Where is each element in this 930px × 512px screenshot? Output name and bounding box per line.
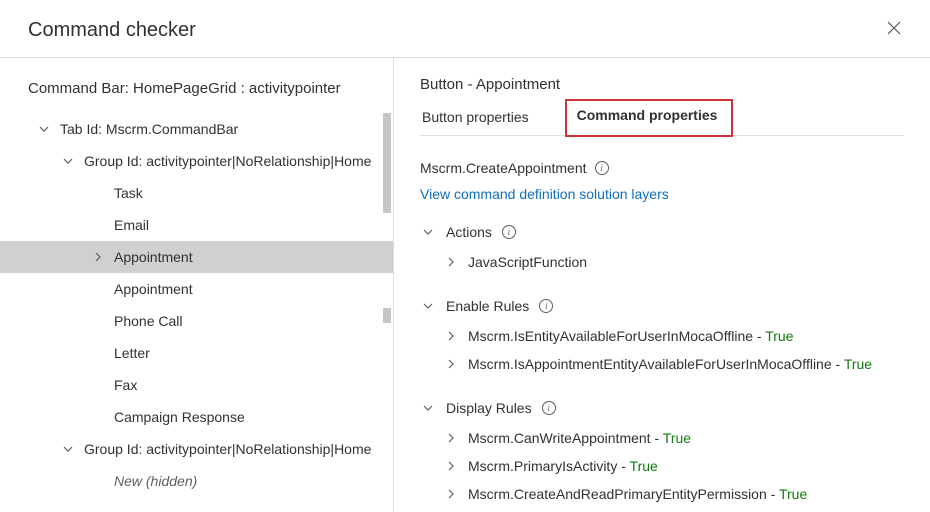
tree-tab[interactable]: Tab Id: Mscrm.CommandBar bbox=[0, 113, 393, 145]
tabs: Button properties Command properties bbox=[420, 101, 904, 136]
rule-value: True bbox=[765, 328, 793, 344]
command-name-row: Mscrm.CreateAppointment i bbox=[420, 160, 904, 176]
tree-label: Email bbox=[106, 217, 149, 233]
tree-label: Appointment bbox=[106, 249, 193, 265]
tree-item-letter[interactable]: Letter bbox=[0, 337, 393, 369]
rule-item[interactable]: Mscrm.IsAppointmentEntityAvailableForUse… bbox=[420, 350, 904, 378]
chevron-down-icon bbox=[60, 441, 76, 457]
rule-value: True bbox=[663, 430, 691, 446]
rule-name: Mscrm.CanWriteAppointment bbox=[468, 430, 651, 446]
action-label: JavaScriptFunction bbox=[468, 254, 587, 270]
tree-label: Tab Id: Mscrm.CommandBar bbox=[52, 121, 238, 137]
close-button[interactable] bbox=[882, 16, 906, 45]
button-title: Button - Appointment bbox=[420, 76, 904, 93]
section-label: Display Rules bbox=[446, 400, 532, 416]
chevron-right-icon bbox=[90, 249, 106, 265]
breadcrumb-title: Command Bar: HomePageGrid : activitypoin… bbox=[0, 76, 393, 113]
actions-section: Actions i JavaScriptFunction bbox=[420, 224, 904, 276]
rule-item[interactable]: Mscrm.CanWriteAppointment - True bbox=[420, 424, 904, 452]
content: Command Bar: HomePageGrid : activitypoin… bbox=[0, 58, 930, 512]
chevron-right-icon bbox=[446, 328, 456, 344]
tab-button-properties[interactable]: Button properties bbox=[420, 101, 545, 135]
section-label: Actions bbox=[446, 224, 492, 240]
chevron-down-icon bbox=[420, 400, 436, 416]
info-icon[interactable]: i bbox=[595, 161, 609, 175]
tree-item-new-hidden[interactable]: New (hidden) bbox=[0, 465, 393, 497]
tree-label: Campaign Response bbox=[106, 409, 245, 425]
rule-value: True bbox=[630, 458, 658, 474]
display-rules-section: Display Rules i Mscrm.CanWriteAppointmen… bbox=[420, 400, 904, 508]
tree: Tab Id: Mscrm.CommandBar Group Id: activ… bbox=[0, 113, 393, 497]
chevron-down-icon bbox=[420, 224, 436, 240]
tree-label: Phone Call bbox=[106, 313, 183, 329]
scrollbar-thumb[interactable] bbox=[383, 308, 391, 323]
enable-rules-section: Enable Rules i Mscrm.IsEntityAvailableFo… bbox=[420, 298, 904, 378]
tree-label: New (hidden) bbox=[106, 473, 197, 489]
section-header[interactable]: Display Rules i bbox=[420, 400, 904, 416]
section-header[interactable]: Actions i bbox=[420, 224, 904, 240]
tree-item-phonecall[interactable]: Phone Call bbox=[0, 305, 393, 337]
view-solution-layers-link[interactable]: View command definition solution layers bbox=[420, 186, 904, 202]
tree-item-task[interactable]: Task bbox=[0, 177, 393, 209]
command-name: Mscrm.CreateAppointment bbox=[420, 160, 587, 176]
rule-value: True bbox=[844, 356, 872, 372]
rule-name: Mscrm.IsEntityAvailableForUserInMocaOffl… bbox=[468, 328, 753, 344]
tree-item-fax[interactable]: Fax bbox=[0, 369, 393, 401]
rule-item[interactable]: Mscrm.PrimaryIsActivity - True bbox=[420, 452, 904, 480]
chevron-right-icon bbox=[446, 458, 456, 474]
rule-item[interactable]: Mscrm.CreateAndReadPrimaryEntityPermissi… bbox=[420, 480, 904, 508]
chevron-right-icon bbox=[446, 254, 456, 270]
right-panel: Button - Appointment Button properties C… bbox=[394, 58, 930, 512]
tree-group[interactable]: Group Id: activitypointer|NoRelationship… bbox=[0, 145, 393, 177]
chevron-down-icon bbox=[60, 153, 76, 169]
section-header[interactable]: Enable Rules i bbox=[420, 298, 904, 314]
rule-item[interactable]: Mscrm.IsEntityAvailableForUserInMocaOffl… bbox=[420, 322, 904, 350]
tree-group[interactable]: Group Id: activitypointer|NoRelationship… bbox=[0, 433, 393, 465]
tree-item-email[interactable]: Email bbox=[0, 209, 393, 241]
tree-label: Group Id: activitypointer|NoRelationship… bbox=[76, 153, 371, 169]
info-icon[interactable]: i bbox=[542, 401, 556, 415]
tree-label: Letter bbox=[106, 345, 150, 361]
chevron-right-icon bbox=[446, 430, 456, 446]
dialog-header: Command checker bbox=[0, 0, 930, 58]
tree-item-appointment[interactable]: Appointment bbox=[0, 241, 393, 273]
scrollbar-thumb[interactable] bbox=[383, 113, 391, 213]
chevron-down-icon bbox=[36, 121, 52, 137]
tree-label: Fax bbox=[106, 377, 137, 393]
rule-name: Mscrm.PrimaryIsActivity bbox=[468, 458, 617, 474]
section-label: Enable Rules bbox=[446, 298, 529, 314]
info-icon[interactable]: i bbox=[502, 225, 516, 239]
rule-name: Mscrm.IsAppointmentEntityAvailableForUse… bbox=[468, 356, 832, 372]
info-icon[interactable]: i bbox=[539, 299, 553, 313]
chevron-down-icon bbox=[420, 298, 436, 314]
rule-name: Mscrm.CreateAndReadPrimaryEntityPermissi… bbox=[468, 486, 767, 502]
tree-item-campaign[interactable]: Campaign Response bbox=[0, 401, 393, 433]
tab-command-properties[interactable]: Command properties bbox=[565, 99, 734, 137]
chevron-right-icon bbox=[446, 356, 456, 372]
left-panel: Command Bar: HomePageGrid : activitypoin… bbox=[0, 58, 394, 512]
tree-item-appointment-2[interactable]: Appointment bbox=[0, 273, 393, 305]
tree-label: Appointment bbox=[106, 281, 193, 297]
rule-value: True bbox=[779, 486, 807, 502]
tree-label: Group Id: activitypointer|NoRelationship… bbox=[76, 441, 371, 457]
action-item[interactable]: JavaScriptFunction bbox=[420, 248, 904, 276]
close-icon bbox=[886, 20, 902, 40]
dialog-title: Command checker bbox=[28, 19, 196, 42]
chevron-right-icon bbox=[446, 486, 456, 502]
tree-label: Task bbox=[106, 185, 143, 201]
